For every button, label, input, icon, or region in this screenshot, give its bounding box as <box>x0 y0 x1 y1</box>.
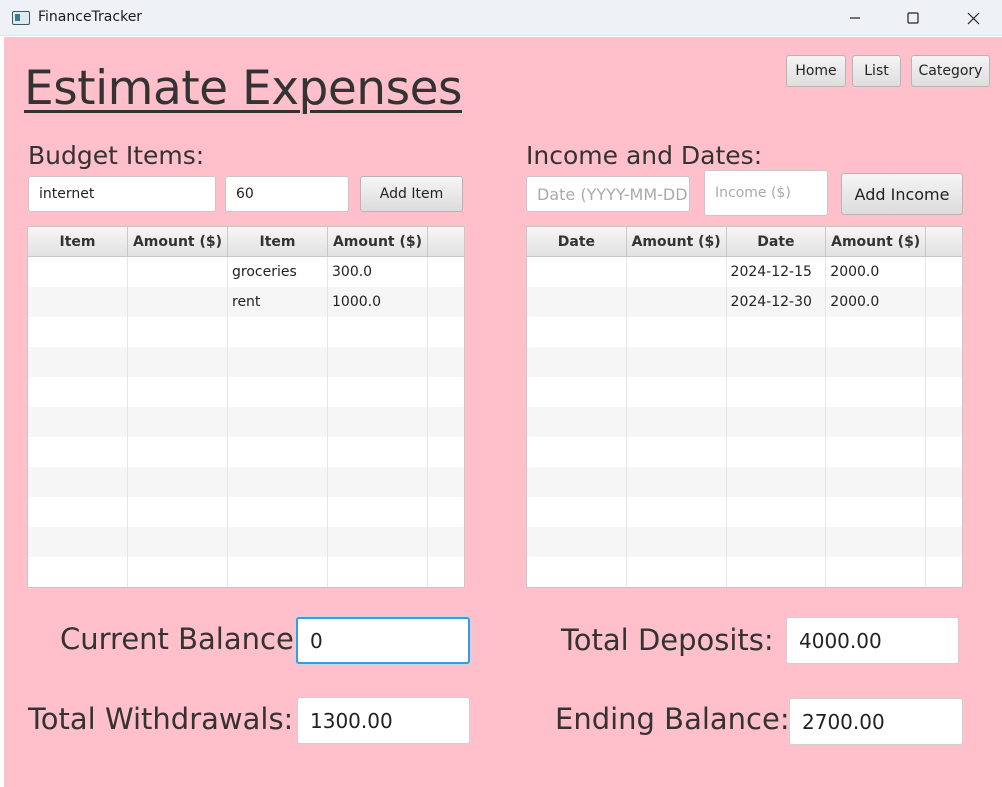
column-header[interactable]: Amount ($) <box>826 227 927 257</box>
table-cell: rent <box>228 287 328 317</box>
column-header[interactable]: Amount ($) <box>128 227 228 257</box>
empty-table-row <box>28 467 464 497</box>
empty-table-row <box>28 527 464 557</box>
page-title: Estimate Expenses <box>24 61 462 116</box>
current-balance-field[interactable]: 0 <box>296 617 470 664</box>
column-header-filler <box>926 227 962 257</box>
table-cell: 2024-12-15 <box>727 257 827 287</box>
empty-table-row <box>28 377 464 407</box>
column-header[interactable]: Amount ($) <box>627 227 727 257</box>
minimize-icon <box>850 17 860 19</box>
table-cell: groceries <box>228 257 328 287</box>
empty-table-row <box>527 527 962 557</box>
table-cell <box>527 287 627 317</box>
table-row[interactable]: groceries 300.0 <box>28 257 464 287</box>
category-button[interactable]: Category <box>911 55 990 87</box>
add-income-button[interactable]: Add Income <box>841 173 963 215</box>
empty-table-row <box>527 317 962 347</box>
budget-item-input[interactable] <box>28 176 216 212</box>
column-header[interactable]: Date <box>527 227 627 257</box>
table-row[interactable]: 2024-12-15 2000.0 <box>527 257 962 287</box>
total-withdrawals-label: Total Withdrawals: <box>28 702 294 736</box>
income-table-header: Date Amount ($) Date Amount ($) <box>527 227 962 257</box>
home-button[interactable]: Home <box>786 55 846 87</box>
table-cell-filler <box>926 287 962 317</box>
empty-table-row <box>28 497 464 527</box>
table-cell <box>28 287 128 317</box>
income-input[interactable] <box>704 170 828 216</box>
income-table-body: 2024-12-15 2000.0 2024-12-30 2000.0 <box>527 257 962 587</box>
income-dates-table[interactable]: Date Amount ($) Date Amount ($) 2024-12-… <box>526 226 963 588</box>
column-header[interactable]: Amount ($) <box>328 227 428 257</box>
empty-table-row <box>527 497 962 527</box>
empty-table-row <box>527 407 962 437</box>
maximize-button[interactable] <box>890 0 936 36</box>
empty-table-row <box>28 557 464 587</box>
add-item-button[interactable]: Add Item <box>360 176 463 212</box>
table-cell-filler <box>428 257 464 287</box>
table-cell: 2000.0 <box>826 287 927 317</box>
total-deposits-field[interactable]: 4000.00 <box>786 617 959 664</box>
table-cell <box>128 257 228 287</box>
table-cell-filler <box>926 257 962 287</box>
empty-table-row <box>527 347 962 377</box>
app-window: Estimate Expenses Home List Category Bud… <box>4 37 1002 787</box>
table-cell <box>627 287 727 317</box>
ending-balance-field[interactable]: 2700.00 <box>789 698 963 745</box>
close-icon <box>967 12 979 24</box>
empty-table-row <box>527 557 962 587</box>
empty-table-row <box>28 407 464 437</box>
column-header[interactable]: Date <box>727 227 827 257</box>
app-title: FinanceTracker <box>38 9 143 25</box>
empty-table-row <box>527 467 962 497</box>
date-input[interactable] <box>526 176 690 212</box>
table-row[interactable]: 2024-12-30 2000.0 <box>527 287 962 317</box>
table-cell <box>627 257 727 287</box>
empty-table-row <box>28 317 464 347</box>
window-title-bar: FinanceTracker <box>0 0 1002 36</box>
budget-items-label: Budget Items: <box>28 141 205 170</box>
empty-table-row <box>527 437 962 467</box>
column-header-filler <box>428 227 464 257</box>
table-cell <box>128 287 228 317</box>
budget-amount-input[interactable] <box>225 176 349 212</box>
total-withdrawals-field[interactable]: 1300.00 <box>297 697 470 744</box>
column-header[interactable]: Item <box>228 227 328 257</box>
income-dates-label: Income and Dates: <box>526 141 763 170</box>
table-row[interactable]: rent 1000.0 <box>28 287 464 317</box>
current-balance-label: Current Balance: <box>60 622 304 656</box>
table-cell: 300.0 <box>328 257 428 287</box>
total-deposits-label: Total Deposits: <box>561 623 774 657</box>
maximize-icon <box>907 12 919 24</box>
app-window-icon <box>12 11 30 25</box>
empty-table-row <box>527 377 962 407</box>
table-cell <box>527 257 627 287</box>
budget-table-header: Item Amount ($) Item Amount ($) <box>28 227 464 257</box>
table-cell: 2000.0 <box>826 257 927 287</box>
list-button[interactable]: List <box>852 55 901 87</box>
budget-items-table[interactable]: Item Amount ($) Item Amount ($) grocerie… <box>27 226 465 588</box>
column-header[interactable]: Item <box>28 227 128 257</box>
minimize-button[interactable] <box>832 0 878 36</box>
table-cell: 2024-12-30 <box>727 287 827 317</box>
close-button[interactable] <box>950 0 996 36</box>
empty-table-row <box>28 347 464 377</box>
table-cell: 1000.0 <box>328 287 428 317</box>
table-cell <box>28 257 128 287</box>
table-cell-filler <box>428 287 464 317</box>
empty-table-row <box>28 437 464 467</box>
ending-balance-label: Ending Balance: <box>555 702 790 736</box>
budget-table-body: groceries 300.0 rent 1000.0 <box>28 257 464 587</box>
